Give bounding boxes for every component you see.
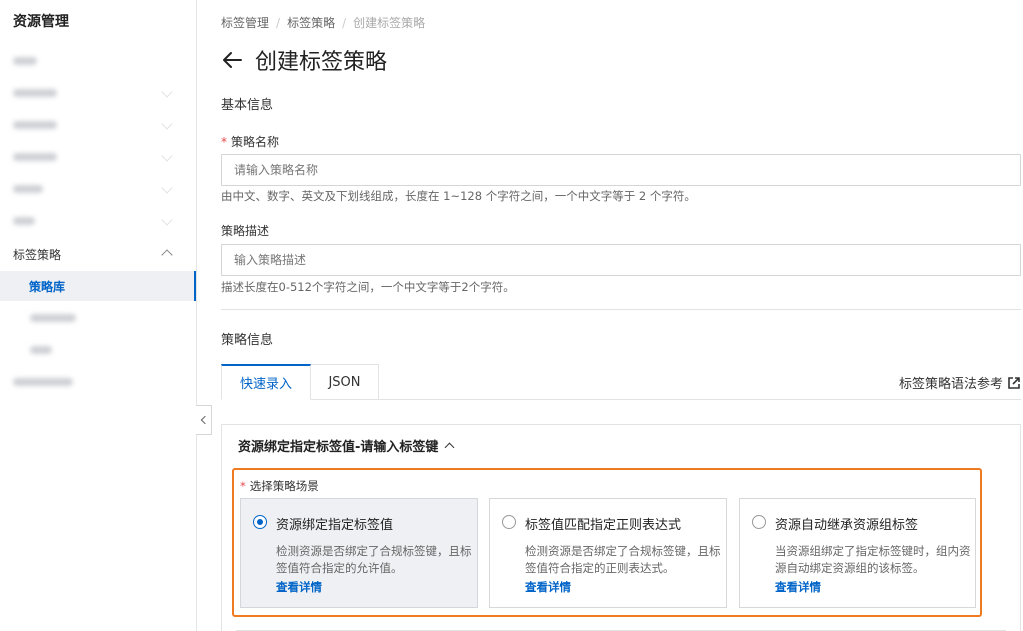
scene-label-text: 选择策略场景 — [249, 479, 319, 493]
radio-selected[interactable] — [253, 515, 267, 529]
blurred-label — [13, 378, 73, 386]
breadcrumb-item[interactable]: 标签策略 — [287, 16, 335, 30]
page-header: 创建标签策略 — [221, 44, 387, 76]
sidebar-item-label: 策略库 — [29, 280, 66, 294]
scene-label: * 选择策略场景 — [240, 478, 319, 494]
panel-title: 资源绑定指定标签值-请输入标签键 — [238, 440, 439, 455]
sidebar-item-last[interactable] — [0, 368, 196, 396]
chevron-down-icon — [161, 86, 173, 98]
tab-quick-entry[interactable]: 快速录入 — [221, 364, 311, 400]
section-divider — [221, 309, 1021, 310]
policy-name-input[interactable] — [221, 154, 1021, 186]
scene-card-detail-link[interactable]: 查看详情 — [276, 579, 322, 595]
chevron-down-icon — [161, 118, 173, 130]
policy-tabs: 快速录入 JSON 标签策略语法参考 — [221, 364, 1021, 400]
syntax-reference-label: 标签策略语法参考 — [898, 377, 1003, 392]
sidebar-item-policy-library[interactable]: 策略库 — [0, 271, 196, 301]
sidebar-item-resource-group[interactable] — [0, 111, 196, 139]
main-content: 标签管理 / 标签策略 / 创建标签策略 创建标签策略 基本信息 * 策略名称 由中文、数… — [221, 0, 1021, 631]
scene-card-desc: 检测资源是否绑定了合规标签键，且标签值符合指定的允许值。 — [276, 544, 472, 575]
panel-header[interactable]: 资源绑定指定标签值-请输入标签键 — [238, 436, 455, 455]
scene-card-regex-match[interactable]: 标签值匹配指定正则表达式 检测资源是否绑定了合规标签键，且标签值符合指定的正则表… — [489, 498, 727, 608]
chevron-left-icon — [200, 415, 210, 425]
required-mark: * — [221, 135, 227, 149]
sidebar-item-label: 标签策略 — [13, 248, 62, 262]
breadcrumb-item[interactable]: 标签管理 — [221, 16, 269, 30]
scene-card-title: 标签值匹配指定正则表达式 — [525, 518, 682, 533]
sidebar-item-sub-2[interactable] — [0, 336, 196, 364]
arrow-left-icon[interactable] — [221, 49, 243, 71]
sidebar-item-resource-share[interactable] — [0, 143, 196, 171]
policy-desc-hint: 描述长度在0-512个字符之间，一个中文字等于2个字符。 — [221, 280, 515, 294]
scene-card-bind-tag-value[interactable]: 资源绑定指定标签值 检测资源是否绑定了合规标签键，且标签值符合指定的允许值。 查… — [240, 498, 478, 608]
scene-card-detail-link[interactable]: 查看详情 — [775, 579, 821, 595]
page-title: 创建标签策略 — [255, 50, 388, 75]
external-link-icon — [1008, 376, 1020, 389]
scene-card-inherit-group-tag[interactable]: 资源自动继承资源组标签 当资源组绑定了指定标签键时，组内资源自动绑定资源组的该标… — [739, 498, 976, 608]
basic-info-title: 基本信息 — [221, 98, 274, 113]
radio-unselected[interactable] — [502, 515, 516, 529]
blurred-label — [13, 121, 57, 129]
policy-desc-input[interactable] — [221, 244, 1021, 276]
blurred-label — [13, 57, 37, 65]
scene-card-title: 资源绑定指定标签值 — [276, 518, 394, 533]
chevron-down-icon — [161, 182, 173, 194]
breadcrumb: 标签管理 / 标签策略 / 创建标签策略 — [221, 14, 425, 31]
sidebar-item-resource-center[interactable] — [0, 79, 196, 107]
chevron-down-icon — [161, 214, 173, 226]
policy-panel: 资源绑定指定标签值-请输入标签键 * 选择策略场景 资源绑定指定标签值 检测资源是… — [221, 424, 1021, 631]
policy-desc-label: 策略描述 — [221, 224, 270, 238]
required-mark: * — [240, 479, 246, 493]
sidebar-item-tag-policy[interactable]: 标签策略 — [0, 240, 196, 268]
scene-selection-highlight: * 选择策略场景 资源绑定指定标签值 检测资源是否绑定了合规标签键，且标签值符合指… — [232, 468, 982, 617]
scene-card-title: 资源自动继承资源组标签 — [775, 518, 919, 533]
blurred-label — [30, 314, 76, 322]
sidebar-item-resource-directory[interactable] — [0, 175, 196, 203]
scene-card-desc: 检测资源是否绑定了合规标签键，且标签值符合指定的正则表达式。 — [525, 544, 721, 575]
blurred-label — [13, 153, 57, 161]
sidebar-title: 资源管理 — [13, 14, 69, 30]
chevron-up-icon — [444, 442, 455, 453]
tab-json[interactable]: JSON — [311, 364, 379, 400]
sidebar-collapse-button[interactable] — [196, 405, 212, 435]
sidebar-item-sub-1[interactable] — [0, 304, 196, 332]
syntax-reference-link[interactable]: 标签策略语法参考 — [899, 373, 1021, 392]
scene-card-desc: 当资源组绑定了指定标签键时，组内资源自动绑定资源组的该标签。 — [775, 544, 971, 575]
chevron-up-icon — [161, 249, 173, 261]
chevron-down-icon — [161, 150, 173, 162]
policy-name-label-text: 策略名称 — [231, 135, 280, 149]
sidebar: 资源管理 标签策略 策略库 — [0, 0, 197, 631]
blurred-label — [30, 346, 52, 354]
breadcrumb-separator: / — [342, 16, 347, 30]
blurred-label — [13, 185, 43, 193]
policy-name-label: * 策略名称 — [221, 133, 279, 150]
breadcrumb-current: 创建标签策略 — [353, 16, 426, 30]
breadcrumb-separator: / — [276, 16, 281, 30]
sidebar-item-overview[interactable] — [0, 47, 196, 75]
app-root: 资源管理 标签策略 策略库 标签管理 / 标签策略 / 创建标签策略 创建标签策… — [0, 0, 1023, 631]
scene-card-detail-link[interactable]: 查看详情 — [525, 579, 571, 595]
policy-info-title: 策略信息 — [221, 333, 274, 348]
policy-name-hint: 由中文、数字、英文及下划线组成，长度在 1~128 个字符之间，一个中文字等于 … — [221, 189, 696, 203]
blurred-label — [13, 217, 35, 225]
sidebar-item-tag[interactable] — [0, 207, 196, 235]
blurred-label — [13, 89, 57, 97]
radio-unselected[interactable] — [752, 515, 766, 529]
